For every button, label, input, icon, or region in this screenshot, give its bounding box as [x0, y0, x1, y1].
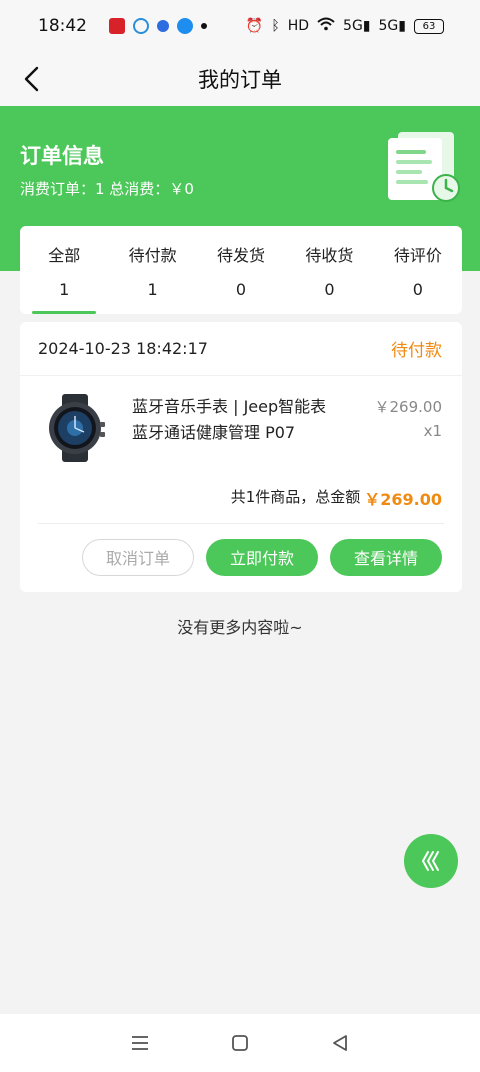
system-nav-bar	[0, 1014, 480, 1072]
signal-icon: 5G▮	[343, 18, 371, 34]
tab-label: 待评价	[393, 246, 442, 265]
wifi-icon	[317, 17, 335, 35]
system-icons: ⏰ ᛒ HD 5G▮ 5G▮ 63	[246, 17, 444, 35]
back-button[interactable]	[14, 61, 50, 97]
home-button[interactable]	[220, 1023, 260, 1063]
tab-label: 待收货	[305, 246, 354, 265]
status-bar: 18:42 ⏰ ᛒ HD 5G▮ 5G▮ 63	[0, 0, 480, 52]
view-details-button[interactable]: 查看详情	[330, 538, 442, 576]
total-prefix: 共1件商品，总金额	[230, 488, 361, 506]
tab-all[interactable]: 全部 1	[20, 226, 108, 314]
more-notifications-icon	[201, 23, 207, 29]
tab-pending-review[interactable]: 待评价 0	[374, 226, 462, 314]
page-title: 我的订单	[198, 68, 282, 92]
product-row[interactable]: 蓝牙音乐手表 | Jeep智能表蓝牙通话健康管理 P07 ￥269.00 x1	[20, 376, 462, 486]
tab-count: 0	[324, 280, 335, 299]
back-nav-button[interactable]	[320, 1023, 360, 1063]
collapse-arrows-icon	[421, 851, 439, 871]
menu-icon	[132, 1036, 148, 1050]
total-amount: ￥269.00	[364, 490, 442, 509]
bluetooth-icon: ᛒ	[271, 18, 280, 34]
cancel-order-button[interactable]: 取消订单	[82, 538, 194, 576]
tab-label: 全部	[48, 246, 81, 265]
product-quantity: x1	[423, 422, 442, 440]
order-status: 待付款	[391, 341, 442, 361]
product-price: ￥269.00	[374, 398, 443, 416]
tab-count: 0	[412, 280, 423, 299]
tab-count: 1	[147, 280, 158, 299]
triangle-back-icon	[333, 1035, 347, 1051]
smartwatch-image	[49, 394, 105, 462]
notification-icons	[109, 18, 207, 34]
tab-pending-payment[interactable]: 待付款 1	[108, 226, 196, 314]
chevron-left-icon	[24, 66, 39, 92]
order-actions: 取消订单 立即付款 查看详情	[20, 524, 462, 590]
tab-pending-receipt[interactable]: 待收货 0	[285, 226, 373, 314]
banner-title: 订单信息	[20, 144, 104, 168]
battery-icon: 63	[414, 18, 444, 34]
product-name: 蓝牙音乐手表 | Jeep智能表蓝牙通话健康管理 P07	[132, 397, 327, 442]
tab-label: 待发货	[217, 246, 266, 265]
tab-count: 0	[235, 280, 247, 299]
receipt-clock-icon	[388, 132, 460, 202]
order-total: 共1件商品，总金额 ￥269.00	[38, 486, 444, 524]
browser-app-icon	[177, 18, 193, 34]
pay-now-button[interactable]: 立即付款	[206, 538, 318, 576]
signal-icon-2: 5G▮	[378, 18, 406, 34]
paw-app-icon	[157, 20, 169, 32]
status-time: 18:42	[38, 16, 87, 36]
banner-summary: 消费订单：1 总消费：￥0	[20, 180, 194, 198]
order-card[interactable]: 2024-10-23 18:42:17 待付款 蓝牙音乐手表 | Jeep智能表…	[20, 322, 462, 592]
recent-apps-button[interactable]	[120, 1023, 160, 1063]
tab-pending-shipment[interactable]: 待发货 0	[197, 226, 285, 314]
hd-icon: HD	[287, 18, 310, 34]
tab-count: 1	[59, 280, 70, 299]
chat-app-icon	[133, 18, 149, 34]
square-icon	[232, 1035, 248, 1051]
no-more-content-text: 没有更多内容啦~	[177, 618, 303, 637]
order-tabs: 全部 1 待付款 1 待发货 0 待收货 0 待评价 0	[20, 226, 462, 314]
top-header: 我的订单	[0, 52, 480, 106]
order-header: 2024-10-23 18:42:17 待付款	[20, 322, 462, 376]
floating-menu-button[interactable]	[404, 834, 458, 888]
tab-label: 待付款	[128, 246, 177, 265]
order-time: 2024-10-23 18:42:17	[38, 339, 208, 358]
news-app-icon	[109, 18, 125, 34]
alarm-icon: ⏰	[245, 18, 264, 34]
